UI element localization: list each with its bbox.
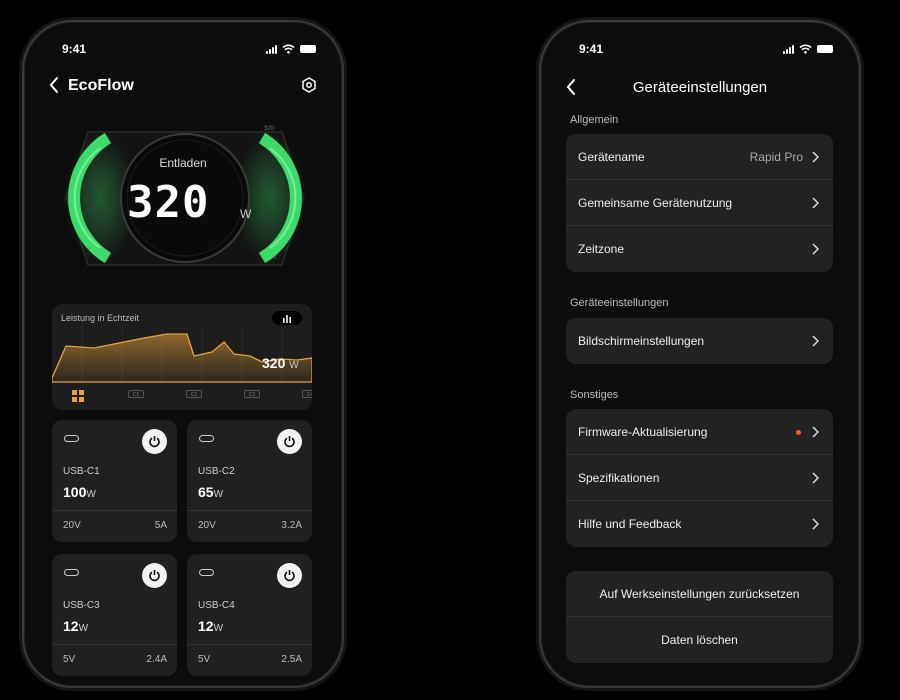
tab-c3[interactable]: C3 xyxy=(244,390,260,398)
section-title-other: Sonstiges xyxy=(570,389,619,401)
chevron-right-icon xyxy=(812,518,819,530)
port-current: 5A xyxy=(154,520,167,531)
port-name: USB-C4 xyxy=(198,600,235,611)
power-icon xyxy=(284,570,295,582)
port-power: 100W xyxy=(63,484,96,500)
battery-icon xyxy=(817,45,833,53)
usb-c-icon xyxy=(64,569,79,576)
settings-card-actions: Auf Werkseinstellungen zurücksetzen Date… xyxy=(566,571,833,663)
factory-reset-button[interactable]: Auf Werkseinstellungen zurücksetzen xyxy=(566,571,833,617)
gauge-status-label: Entladen xyxy=(159,156,207,170)
row-firmware-update[interactable]: Firmware-Aktualisierung xyxy=(566,409,833,455)
phone-dashboard: 9:41 EcoFlow Entladen 320 W 320 0 Leistu… xyxy=(24,22,342,686)
signal-icon xyxy=(783,44,794,54)
port-power: 65W xyxy=(198,484,224,500)
chevron-right-icon xyxy=(812,197,819,209)
row-specifications[interactable]: Spezifikationen xyxy=(566,455,833,501)
status-bar: 9:41 xyxy=(24,40,342,60)
chevron-right-icon xyxy=(812,243,819,255)
port-card-usb-c1[interactable]: USB-C1 100W 20V 5A xyxy=(52,420,177,542)
status-bar: 9:41 xyxy=(541,40,859,60)
header: EcoFlow xyxy=(24,74,342,98)
row-shared-usage[interactable]: Gemeinsame Gerätenutzung xyxy=(566,180,833,226)
gauge-unit: W xyxy=(240,207,252,221)
power-icon xyxy=(149,570,160,582)
tab-c1[interactable]: C1 xyxy=(128,390,144,398)
page-title: Geräteeinstellungen xyxy=(632,79,768,96)
all-ports-icon[interactable] xyxy=(72,390,84,402)
port-power: 12W xyxy=(63,618,89,634)
section-title-device: Geräteeinstellungen xyxy=(570,297,669,309)
header: Geräteeinstellungen xyxy=(541,76,859,100)
power-toggle-button[interactable] xyxy=(142,429,167,454)
update-badge xyxy=(796,430,801,435)
tab-c4[interactable]: C4 xyxy=(302,390,312,398)
settings-card-general: Gerätename Rapid Pro Gemeinsame Gerätenu… xyxy=(566,134,833,272)
port-current: 2.4A xyxy=(146,654,167,665)
port-current: 2.5A xyxy=(281,654,302,665)
tab-c2[interactable]: C2 xyxy=(186,390,202,398)
port-voltage: 5V xyxy=(63,654,76,665)
port-current: 3.2A xyxy=(281,520,302,531)
settings-card-device: Bildschirmeinstellungen xyxy=(566,318,833,364)
signal-icon xyxy=(266,44,277,54)
port-card-usb-c3[interactable]: USB-C3 12W 5V 2.4A xyxy=(52,554,177,676)
row-device-name[interactable]: Gerätename Rapid Pro xyxy=(566,134,833,180)
row-screen-settings[interactable]: Bildschirmeinstellungen xyxy=(566,318,833,364)
device-name-value: Rapid Pro xyxy=(749,150,803,164)
back-icon[interactable] xyxy=(48,76,60,94)
status-time: 9:41 xyxy=(62,42,87,56)
power-toggle-button[interactable] xyxy=(277,429,302,454)
status-time: 9:41 xyxy=(579,42,604,56)
gauge-tick-max: 320 xyxy=(264,126,275,132)
chevron-right-icon xyxy=(812,426,819,438)
gauge-tick-min: 0 xyxy=(273,255,277,261)
port-voltage: 5V xyxy=(198,654,211,665)
realtime-port-tabs: C1 C2 C3 C4 xyxy=(52,388,312,402)
app-title: EcoFlow xyxy=(68,77,134,94)
row-help-feedback[interactable]: Hilfe und Feedback xyxy=(566,501,833,547)
chevron-right-icon xyxy=(812,151,819,163)
realtime-value: 320 W xyxy=(262,355,299,371)
phone-settings: 9:41 Geräteeinstellungen Allgemein Gerät… xyxy=(541,22,859,686)
settings-card-other: Firmware-Aktualisierung Spezifikationen … xyxy=(566,409,833,547)
chevron-right-icon xyxy=(812,472,819,484)
port-name: USB-C1 xyxy=(63,466,100,477)
port-name: USB-C3 xyxy=(63,600,100,611)
gauge-value: 320 xyxy=(127,177,210,228)
power-icon xyxy=(149,436,160,448)
port-card-usb-c2[interactable]: USB-C2 65W 20V 3.2A xyxy=(187,420,312,542)
power-toggle-button[interactable] xyxy=(142,563,167,588)
settings-icon[interactable] xyxy=(300,76,318,94)
usb-c-icon xyxy=(64,435,79,442)
row-timezone[interactable]: Zeitzone xyxy=(566,226,833,272)
chevron-right-icon xyxy=(812,335,819,347)
port-voltage: 20V xyxy=(198,520,216,531)
port-card-usb-c4[interactable]: USB-C4 12W 5V 2.5A xyxy=(187,554,312,676)
delete-data-button[interactable]: Daten löschen xyxy=(566,617,833,663)
wifi-icon xyxy=(282,44,295,54)
port-voltage: 20V xyxy=(63,520,81,531)
power-icon xyxy=(284,436,295,448)
port-name: USB-C2 xyxy=(198,466,235,477)
battery-icon xyxy=(300,45,316,53)
port-power: 12W xyxy=(198,618,224,634)
section-title-general: Allgemein xyxy=(570,114,619,126)
usb-c-icon xyxy=(199,569,214,576)
realtime-power-card[interactable]: Leistung in Echtzeit 320 W C1 C2 C3 C4 xyxy=(52,304,312,410)
usb-c-icon xyxy=(199,435,214,442)
wifi-icon xyxy=(799,44,812,54)
power-toggle-button[interactable] xyxy=(277,563,302,588)
